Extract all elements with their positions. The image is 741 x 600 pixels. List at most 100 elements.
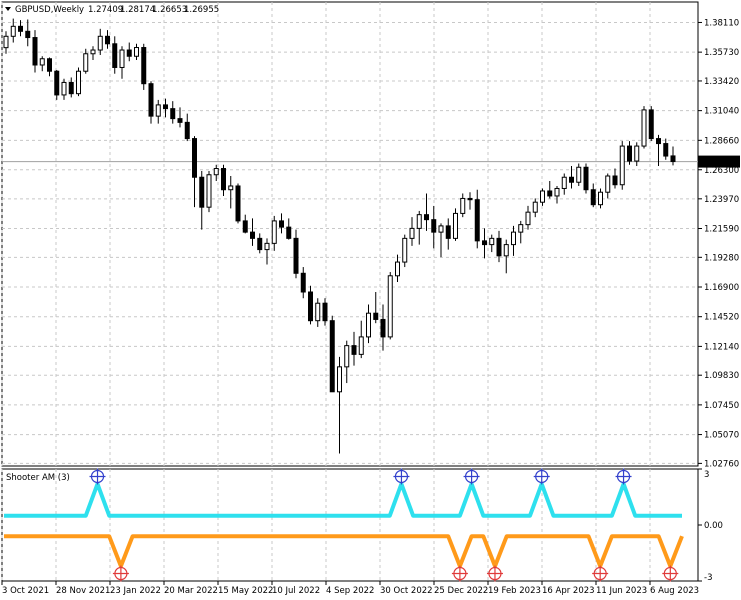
candle-body bbox=[300, 272, 306, 293]
candle-body bbox=[3, 35, 9, 49]
candle-body bbox=[250, 231, 255, 239]
candle-body bbox=[576, 166, 582, 183]
candle-body bbox=[293, 237, 299, 274]
time-tick-label: 10 Jul 2022 bbox=[272, 586, 320, 596]
candle-body bbox=[605, 175, 611, 193]
time-tick-label: 19 Feb 2023 bbox=[488, 586, 541, 596]
candle-body bbox=[532, 201, 538, 213]
indicator-tick-label: -3 bbox=[704, 573, 712, 583]
price-tick-label: 1.07450 bbox=[704, 401, 739, 411]
candle-body bbox=[54, 70, 60, 96]
price-tick-label: 1.35730 bbox=[704, 48, 739, 58]
indicator-tick-label: 3 bbox=[704, 470, 709, 480]
candle-body bbox=[68, 81, 74, 95]
time-tick-label: 28 Nov 2021 bbox=[56, 586, 110, 596]
candle-body bbox=[39, 58, 45, 66]
ohlc-high: 1.28174 bbox=[120, 5, 155, 15]
candle-body bbox=[97, 35, 103, 51]
time-tick-label: 16 Apr 2023 bbox=[542, 586, 595, 596]
ohlc-close: 1.26955 bbox=[184, 5, 219, 15]
candle-body bbox=[344, 345, 350, 368]
price-tick-label: 1.31040 bbox=[704, 107, 739, 117]
candle-body bbox=[271, 220, 277, 244]
candle-body bbox=[380, 318, 386, 338]
chart-svg: 1.381101.357301.334201.310401.286601.263… bbox=[1, 1, 740, 596]
candle-body bbox=[474, 199, 480, 242]
candle-body bbox=[105, 35, 110, 45]
time-tick-label: 15 May 2022 bbox=[218, 586, 273, 596]
price-tick-label: 1.16900 bbox=[704, 283, 739, 293]
candle-body bbox=[351, 345, 357, 355]
candle-body bbox=[366, 312, 371, 338]
price-tick-label: 1.02760 bbox=[704, 459, 739, 469]
time-tick-label: 23 Jan 2022 bbox=[110, 586, 161, 596]
candle-body bbox=[10, 25, 16, 37]
candle-body bbox=[322, 302, 328, 322]
candle-body bbox=[199, 176, 205, 208]
candle-body bbox=[25, 30, 31, 39]
candle-body bbox=[387, 275, 393, 338]
ohlc-low: 1.26653 bbox=[152, 5, 187, 15]
candle-body bbox=[141, 47, 147, 85]
candle-body bbox=[47, 58, 52, 72]
candle-body bbox=[445, 225, 451, 239]
candle-body bbox=[496, 237, 502, 257]
price-tick-label: 1.19280 bbox=[704, 253, 739, 263]
price-tick-label: 1.12140 bbox=[704, 342, 739, 352]
candle-body bbox=[670, 155, 676, 163]
candle-body bbox=[337, 366, 342, 393]
price-tick-label: 1.23970 bbox=[704, 195, 739, 205]
candle-body bbox=[228, 185, 234, 191]
candle-body bbox=[163, 104, 168, 110]
candle-body bbox=[561, 176, 567, 189]
candle-body bbox=[627, 145, 632, 162]
price-tick-label: 1.05070 bbox=[704, 431, 739, 441]
candle-body bbox=[547, 190, 553, 197]
candle-body bbox=[155, 104, 161, 117]
price-tick-label: 1.33420 bbox=[704, 77, 739, 87]
candle-body bbox=[511, 231, 516, 246]
candle-body bbox=[206, 174, 212, 208]
candle-body bbox=[554, 187, 560, 197]
time-tick-label: 3 Oct 2021 bbox=[2, 586, 49, 596]
price-tick-label: 1.38110 bbox=[704, 18, 739, 28]
price-tick-label: 1.28660 bbox=[704, 136, 739, 146]
candle-body bbox=[467, 197, 473, 201]
candle-body bbox=[257, 237, 263, 251]
candle-body bbox=[460, 197, 466, 214]
symbol-title: GBPUSD,Weekly bbox=[15, 5, 84, 15]
candle-body bbox=[177, 118, 183, 123]
candle-body bbox=[569, 176, 574, 183]
candle-body bbox=[648, 109, 654, 140]
price-axis: 1.381101.357301.334201.310401.286601.263… bbox=[698, 18, 740, 583]
candle-body bbox=[431, 219, 437, 233]
candle-body bbox=[489, 237, 495, 246]
time-tick-label: 30 Oct 2022 bbox=[380, 586, 433, 596]
price-tick-label: 1.09830 bbox=[704, 371, 739, 381]
ohlc-open: 1.27409 bbox=[88, 5, 123, 15]
candle-body bbox=[416, 214, 422, 229]
time-tick-label: 6 Aug 2023 bbox=[650, 586, 699, 596]
time-tick-label: 4 Sep 2022 bbox=[326, 586, 374, 596]
candle-body bbox=[438, 225, 444, 233]
price-tick-label: 1.21590 bbox=[704, 225, 739, 235]
candle-body bbox=[315, 302, 321, 322]
candle-body bbox=[170, 108, 176, 120]
candle-body bbox=[634, 145, 640, 162]
time-axis: 3 Oct 2021 28 Nov 2021 23 Jan 2022 20 Mar 2… bbox=[1, 581, 699, 596]
candle-body bbox=[148, 83, 154, 117]
candle-body bbox=[329, 320, 335, 393]
candle-body bbox=[453, 212, 458, 239]
candle-body bbox=[395, 261, 400, 277]
candle-body bbox=[590, 189, 596, 206]
time-tick-label: 11 Jun 2023 bbox=[596, 586, 647, 596]
chart-header: GBPUSD,Weekly 1.27409 1.28174 1.26653 1.… bbox=[5, 5, 219, 15]
candle-body bbox=[242, 220, 248, 233]
candle-body bbox=[308, 291, 313, 322]
candle-body bbox=[119, 49, 125, 68]
indicator-title: Shooter AM (3) bbox=[6, 473, 70, 483]
candle-body bbox=[482, 240, 487, 246]
candle-body bbox=[409, 227, 415, 239]
candle-body bbox=[598, 191, 603, 206]
candle-body bbox=[192, 138, 197, 178]
